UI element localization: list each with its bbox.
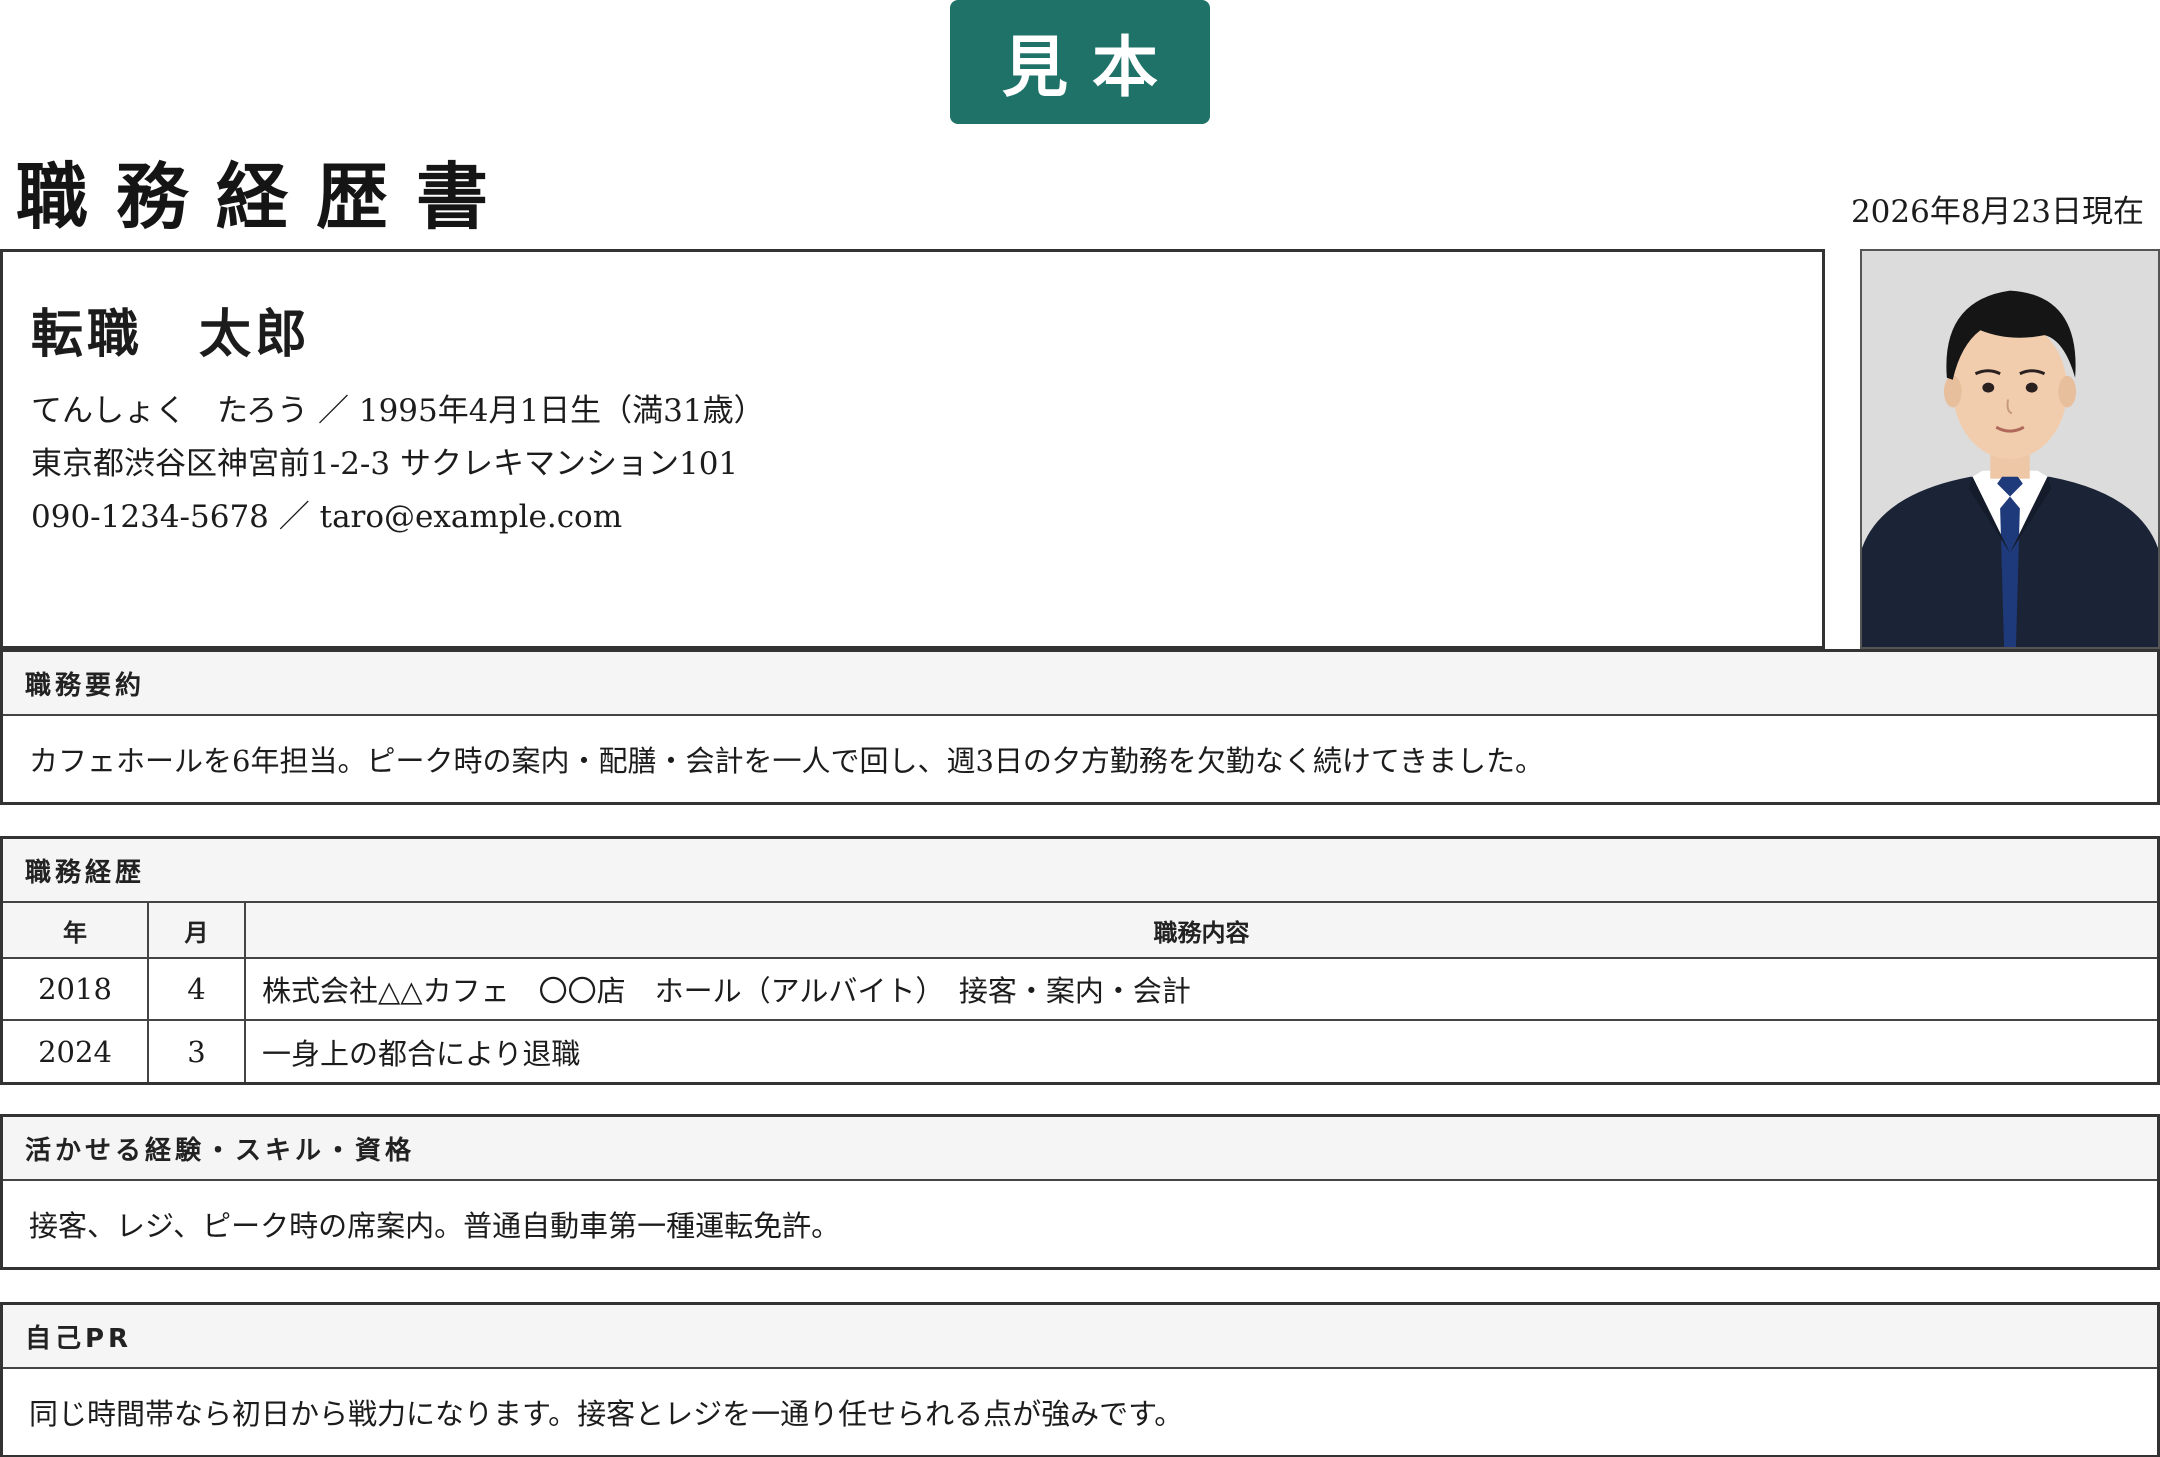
summary-section: 職務要約 カフェホールを6年担当。ピーク時の案内・配膳・会計を一人で回し、週3日… bbox=[0, 649, 2160, 805]
row-month: 3 bbox=[148, 1019, 246, 1082]
pr-section: 自己PR 同じ時間帯なら初日から戦力になります。接客とレジを一通り任せられる点が… bbox=[0, 1302, 2160, 1457]
table-row: 2018 4 株式会社△△カフェ 〇〇店 ホール（アルバイト） 接客・案内・会計 bbox=[3, 958, 2157, 1020]
row-month: 4 bbox=[148, 958, 246, 1020]
row-content: 一身上の都合により退職 bbox=[245, 1019, 2157, 1082]
row-year: 2024 bbox=[3, 1019, 149, 1082]
history-heading: 職務経歴 bbox=[3, 839, 2157, 903]
skills-section: 活かせる経験・スキル・資格 接客、レジ、ピーク時の席案内。普通自動車第一種運転免… bbox=[0, 1114, 2160, 1270]
history-section: 職務経歴 年 月 職務内容 2018 4 株式会社△△カフェ 〇〇店 ホール（ア… bbox=[0, 836, 2160, 1085]
history-header-row: 年 月 職務内容 bbox=[3, 903, 2157, 959]
portrait-illustration bbox=[1862, 251, 2158, 647]
document-date: 2026年8月23日現在 bbox=[1850, 194, 2144, 230]
row-content: 株式会社△△カフェ 〇〇店 ホール（アルバイト） 接客・案内・会計 bbox=[262, 974, 1191, 1008]
skills-text: 接客、レジ、ピーク時の席案内。普通自動車第一種運転免許。 bbox=[29, 1209, 841, 1243]
history-table: 年 月 職務内容 2018 4 株式会社△△カフェ 〇〇店 ホール（アルバイト）… bbox=[3, 903, 2157, 1082]
pr-text: 同じ時間帯なら初日から戦力になります。接客とレジを一通り任せられる点が強みです。 bbox=[29, 1397, 1184, 1431]
row-year: 2018 bbox=[3, 958, 149, 1020]
table-row: 2024 3 一身上の都合により退職 bbox=[3, 1019, 2157, 1082]
address: 東京都渋谷区神宮前1-2-3 サクレキマンション101 bbox=[31, 446, 739, 482]
column-year: 年 bbox=[3, 903, 149, 959]
full-name: 転職 太郎 bbox=[31, 304, 312, 365]
profile-box: 転職 太郎 てんしょく たろう ／ 1995年4月1日生（満31歳） 東京都渋谷… bbox=[0, 249, 1825, 649]
summary-text: カフェホールを6年担当。ピーク時の案内・配膳・会計を一人で回し、週3日の夕方勤務… bbox=[29, 744, 1545, 778]
column-month: 月 bbox=[148, 903, 246, 959]
skills-heading: 活かせる経験・スキル・資格 bbox=[3, 1117, 2157, 1181]
portrait-photo bbox=[1860, 249, 2160, 649]
kana-birthdate: てんしょく たろう ／ 1995年4月1日生（満31歳） bbox=[31, 393, 765, 429]
summary-heading: 職務要約 bbox=[3, 652, 2157, 716]
sample-badge: 見本 bbox=[950, 0, 1210, 124]
contact-info: 090-1234-5678 ／ taro@example.com bbox=[31, 499, 623, 535]
column-content: 職務内容 bbox=[245, 903, 2157, 959]
document-title: 職務経歴書 bbox=[16, 154, 517, 239]
pr-heading: 自己PR bbox=[3, 1305, 2157, 1369]
